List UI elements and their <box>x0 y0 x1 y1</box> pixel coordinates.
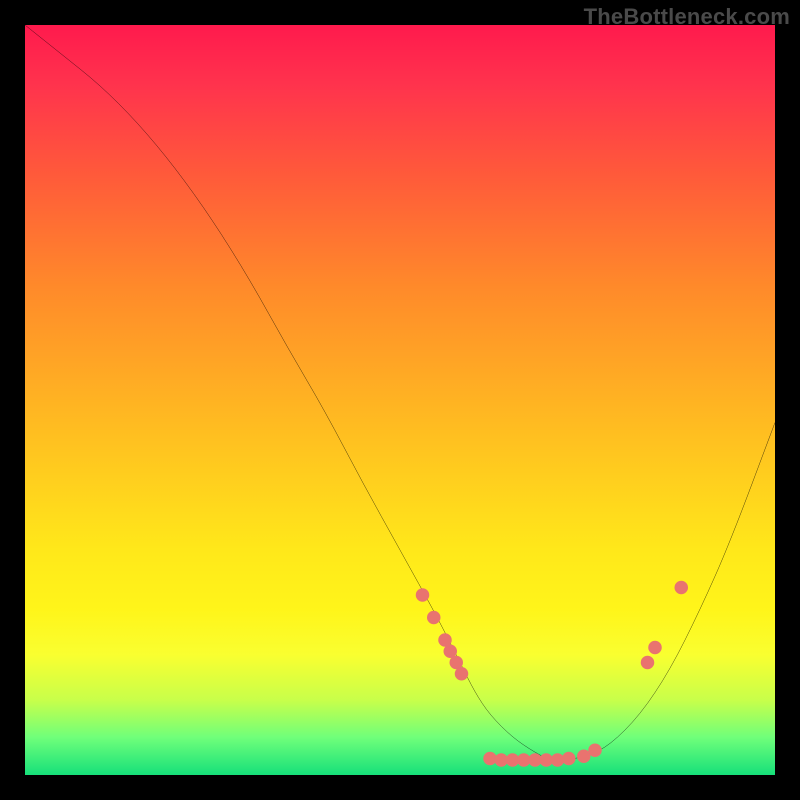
data-marker <box>455 667 469 681</box>
bottleneck-curve <box>25 25 775 760</box>
data-marker <box>588 743 602 757</box>
data-marker <box>675 581 689 595</box>
chart-frame: TheBottleneck.com <box>0 0 800 800</box>
curve-layer <box>25 25 775 775</box>
plot-area <box>25 25 775 775</box>
watermark-text: TheBottleneck.com <box>584 4 790 30</box>
data-marker <box>641 656 655 670</box>
data-marker <box>562 752 576 766</box>
data-marker <box>416 588 429 602</box>
data-marker <box>648 641 662 655</box>
data-marker <box>427 611 440 625</box>
data-markers <box>416 581 688 767</box>
